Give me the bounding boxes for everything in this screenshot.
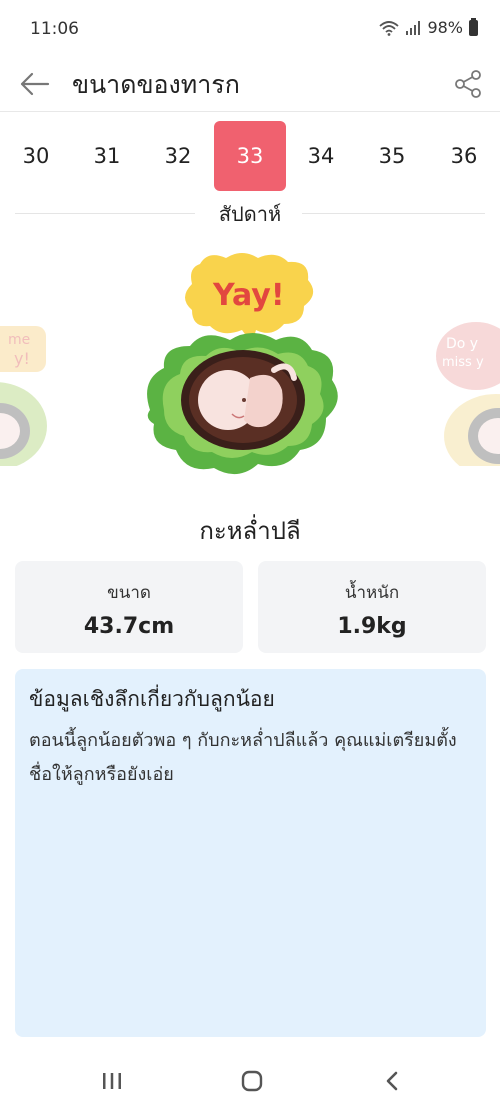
- size-value: 43.7cm: [83, 614, 175, 639]
- arrow-left-icon[interactable]: [16, 64, 52, 104]
- illustration-carousel[interactable]: me y! Yay! Do y miss y: [0, 250, 500, 500]
- week-selector: 30 31 32 33 34 35 36: [0, 121, 500, 193]
- week-item[interactable]: 31: [71, 121, 143, 191]
- right-bubble-text-1: Do y: [446, 336, 478, 352]
- status-indicators: 98%: [379, 17, 478, 37]
- share-icon[interactable]: [450, 64, 486, 104]
- previous-week-illustration[interactable]: me y!: [0, 286, 50, 466]
- week-item[interactable]: 35: [356, 121, 428, 191]
- signal-icon: [406, 20, 421, 35]
- status-time: 11:06: [30, 19, 79, 39]
- weight-card: น้ำหนัก 1.9kg: [258, 561, 486, 653]
- week-caption: สัปดาห์: [218, 202, 282, 226]
- recents-icon[interactable]: [92, 1066, 132, 1096]
- battery-icon: [469, 17, 478, 36]
- status-bar: 11:06 98%: [0, 0, 500, 56]
- app-bar: ขนาดของทารก: [0, 56, 500, 112]
- size-label: ขนาด: [107, 583, 151, 603]
- fruit-illustration: Yay!: [147, 253, 338, 475]
- system-nav-bar: [0, 1050, 500, 1111]
- left-bubble-text-2: y!: [14, 349, 30, 368]
- week-item[interactable]: 30: [0, 121, 72, 191]
- fruit-name: กะหล่ำปลี: [199, 517, 301, 545]
- week-item-selected[interactable]: 33: [214, 121, 286, 191]
- weight-value: 1.9kg: [337, 614, 407, 639]
- home-icon[interactable]: [232, 1066, 272, 1096]
- insight-body: ตอนนี้ลูกน้อยตัวพอ ๆ กับกะหล่ำปลีแล้ว คุ…: [29, 730, 457, 785]
- weight-label: น้ำหนัก: [344, 583, 400, 603]
- page-title: ขนาดของทารก: [72, 70, 240, 99]
- insight-title: ข้อมูลเชิงลึกเกี่ยวกับลูกน้อย: [29, 687, 275, 711]
- bubble-text: Yay!: [212, 278, 285, 313]
- left-bubble-text-1: me: [8, 332, 30, 348]
- week-item[interactable]: 34: [285, 121, 357, 191]
- nav-back-icon[interactable]: [372, 1066, 412, 1096]
- week-item[interactable]: 36: [428, 121, 500, 191]
- size-card: ขนาด 43.7cm: [15, 561, 243, 653]
- week-item[interactable]: 32: [142, 121, 214, 191]
- baby-insight-panel: ข้อมูลเชิงลึกเกี่ยวกับลูกน้อย ตอนนี้ลูกน…: [15, 669, 486, 1037]
- wifi-icon: [379, 20, 400, 36]
- next-week-illustration[interactable]: Do y miss y: [436, 286, 500, 466]
- right-bubble-text-2: miss y: [442, 355, 484, 370]
- battery-percent: 98%: [427, 18, 463, 37]
